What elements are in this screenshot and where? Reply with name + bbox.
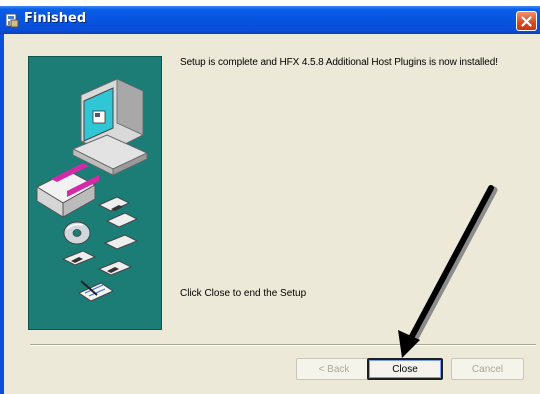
- close-instruction-message: Click Close to end the Setup: [180, 288, 307, 299]
- window-border: [0, 34, 4, 394]
- setup-illustration-panel: [28, 56, 162, 330]
- cancel-button[interactable]: Cancel: [451, 358, 524, 380]
- close-x-icon: [521, 15, 532, 27]
- window-title: Finished: [24, 11, 87, 26]
- setup-dialog: Finished Setup is complete and HFX 4.5.8…: [0, 6, 540, 394]
- back-button[interactable]: < Back: [296, 358, 372, 380]
- close-window-button[interactable]: [516, 11, 537, 31]
- title-bar[interactable]: Finished: [0, 6, 540, 34]
- setup-icon: [5, 13, 19, 28]
- button-area-divider: [30, 344, 536, 346]
- close-button[interactable]: Close: [367, 358, 443, 380]
- computer-with-disks-illustration: [35, 78, 149, 302]
- install-complete-message: Setup is complete and HFX 4.5.8 Addition…: [180, 57, 498, 68]
